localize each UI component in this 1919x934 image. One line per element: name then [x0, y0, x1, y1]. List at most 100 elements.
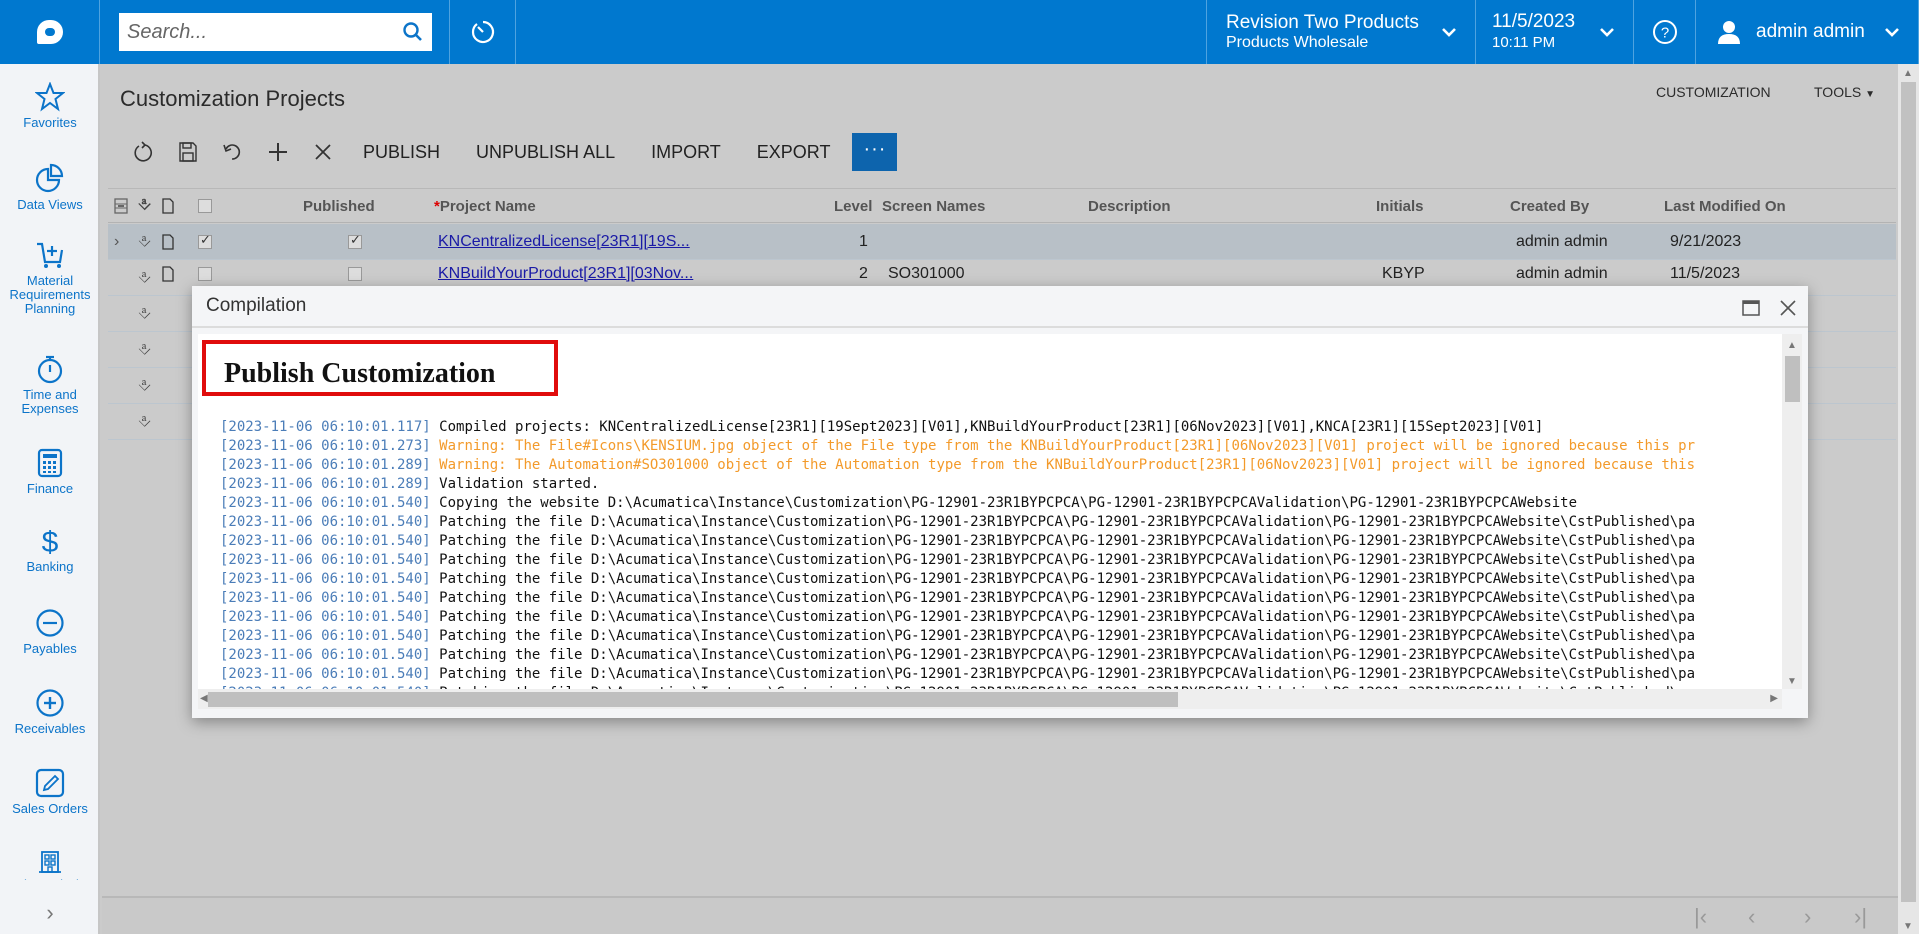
log-timestamp: [2023-11-06 06:10:01.540]: [220, 495, 431, 511]
project-name-link[interactable]: KNCentralizedLicense[23R1][19S...: [438, 233, 690, 251]
sidebar-expand-button[interactable]: ›: [0, 900, 100, 926]
scroll-up-icon[interactable]: ▲: [1903, 68, 1913, 79]
attachment-icon[interactable]: ⎀: [138, 413, 151, 431]
sidebar: Favorites Data Views Material Requiremen…: [0, 64, 100, 934]
column-header-published[interactable]: Published: [303, 198, 375, 215]
sidebar-item-channeladv[interactable]: ChannelAdv: [0, 850, 100, 880]
last-modified-cell: 11/5/2023: [1670, 265, 1740, 282]
sidebar-item-label: Banking: [26, 559, 74, 574]
log-timestamp: [2023-11-06 06:10:01.540]: [220, 609, 431, 625]
sidebar-item-banking[interactable]: $ Banking: [0, 526, 100, 574]
company-branch-selector[interactable]: Revision Two Products Products Wholesale: [1206, 0, 1476, 64]
sidebar-item-favorites[interactable]: Favorites: [0, 82, 100, 130]
attachment-icon[interactable]: ⎀: [138, 341, 151, 359]
add-button[interactable]: [255, 133, 300, 171]
attachment-icon[interactable]: ⎀: [138, 269, 151, 287]
close-icon[interactable]: [1780, 300, 1796, 316]
unpublish-all-button[interactable]: UNPUBLISH ALL: [458, 133, 633, 171]
column-header-project-name[interactable]: *Project Name: [434, 198, 536, 215]
column-config-icon[interactable]: [114, 198, 128, 214]
export-button[interactable]: EXPORT: [739, 133, 849, 171]
attachment-icon[interactable]: ⎀: [138, 233, 151, 251]
grid-header: ⎀ Published *Project Name Level Screen N…: [108, 189, 1896, 223]
sidebar-item-finance[interactable]: Finance: [0, 448, 100, 496]
sidebar-item-data-views[interactable]: Data Views: [0, 162, 100, 212]
scroll-right-icon[interactable]: ▶: [1770, 693, 1778, 704]
last-page-button[interactable]: ›|: [1854, 904, 1867, 930]
page-scrollbar[interactable]: ▲ ▼: [1898, 64, 1919, 934]
log-timestamp: [2023-11-06 06:10:01.273]: [220, 438, 431, 454]
customization-menu[interactable]: CUSTOMIZATION: [1656, 84, 1771, 100]
attachment-icon: ⎀: [138, 196, 151, 213]
row-select-checkbox[interactable]: [198, 232, 212, 249]
log-line: [2023-11-06 06:10:01.273] Warning: The F…: [220, 437, 1695, 456]
log-timestamp: [2023-11-06 06:10:01.540]: [220, 666, 431, 682]
sidebar-item-time-expenses[interactable]: Time and Expenses: [0, 354, 100, 416]
compilation-log: [2023-11-06 06:10:01.117] Compiled proje…: [220, 418, 1695, 689]
undo-button[interactable]: [210, 133, 255, 171]
maximize-icon[interactable]: [1742, 300, 1760, 316]
scroll-thumb[interactable]: [1785, 356, 1800, 402]
star-icon: [35, 82, 65, 112]
sidebar-item-receivables[interactable]: Receivables: [0, 688, 100, 736]
user-name: admin admin: [1756, 21, 1865, 42]
import-button[interactable]: IMPORT: [633, 133, 739, 171]
column-header-created-by[interactable]: Created By: [1510, 198, 1589, 215]
next-page-button[interactable]: ›: [1804, 904, 1811, 930]
first-page-button[interactable]: |‹: [1694, 904, 1707, 930]
user-menu[interactable]: admin admin: [1696, 0, 1919, 64]
history-icon: [471, 20, 494, 44]
log-horizontal-scrollbar[interactable]: ◀ ▶: [198, 689, 1782, 709]
log-timestamp: [2023-11-06 06:10:01.117]: [220, 419, 431, 435]
search-box: [119, 13, 432, 51]
column-header-level[interactable]: Level: [834, 198, 872, 215]
help-button[interactable]: ?: [1634, 0, 1696, 64]
home-logo-button[interactable]: [0, 0, 100, 64]
refresh-button[interactable]: [120, 133, 165, 171]
toolbar: PUBLISH UNPUBLISH ALL IMPORT EXPORT ···: [120, 133, 898, 171]
business-date-selector[interactable]: 11/5/2023 10:11 PM: [1476, 0, 1634, 64]
log-message: Validation started.: [439, 476, 600, 492]
delete-button[interactable]: [300, 133, 345, 171]
column-header-description[interactable]: Description: [1088, 198, 1171, 215]
row-expand-icon[interactable]: ›: [114, 233, 119, 251]
log-line: [2023-11-06 06:10:01.540] Patching the f…: [220, 627, 1695, 646]
last-modified-cell: 9/21/2023: [1670, 233, 1742, 250]
prev-page-button[interactable]: ‹: [1748, 904, 1755, 930]
scroll-thumb[interactable]: [208, 692, 1178, 707]
project-name-link[interactable]: KNBuildYourProduct[23R1][03Nov...: [438, 265, 693, 283]
sidebar-item-payables[interactable]: Payables: [0, 608, 100, 656]
log-message: Patching the file D:\Acumatica\Instance\…: [439, 552, 1696, 568]
recent-history-button[interactable]: [450, 0, 516, 64]
scroll-left-icon[interactable]: ◀: [200, 693, 208, 704]
column-header-screen-names[interactable]: Screen Names: [882, 198, 985, 215]
attachment-icon[interactable]: ⎀: [138, 305, 151, 323]
select-all-checkbox[interactable]: [198, 199, 212, 213]
sidebar-item-mrp[interactable]: Material Requirements Planning: [0, 240, 100, 316]
sidebar-item-sales-orders[interactable]: Sales Orders: [0, 768, 100, 816]
table-row[interactable]: › ⎀ KNCentralizedLicense[23R1][19S... 1 …: [108, 224, 1896, 260]
log-line: [2023-11-06 06:10:01.540] Patching the f…: [220, 646, 1695, 665]
column-header-last-modified[interactable]: Last Modified On: [1664, 198, 1786, 215]
search-input[interactable]: [127, 20, 402, 44]
note-icon[interactable]: [162, 234, 174, 250]
published-checkbox: [348, 267, 362, 281]
log-message: Patching the file D:\Acumatica\Instance\…: [439, 533, 1696, 549]
tools-menu[interactable]: TOOLS ▼: [1814, 84, 1875, 100]
scroll-down-icon[interactable]: ▼: [1787, 676, 1797, 687]
grid-pager: |‹ ‹ › ›|: [102, 896, 1898, 934]
log-line: [2023-11-06 06:10:01.540] Patching the f…: [220, 608, 1695, 627]
save-button[interactable]: [165, 133, 210, 171]
column-header-initials[interactable]: Initials: [1376, 198, 1424, 215]
scroll-down-icon[interactable]: ▼: [1903, 921, 1913, 932]
publish-button[interactable]: PUBLISH: [345, 133, 458, 171]
row-select-checkbox[interactable]: [198, 267, 212, 281]
attachment-icon[interactable]: ⎀: [138, 377, 151, 395]
note-icon[interactable]: [162, 266, 174, 282]
search-icon[interactable]: [402, 21, 424, 43]
log-vertical-scrollbar[interactable]: ▲ ▼: [1782, 334, 1802, 689]
help-icon: ?: [1652, 20, 1677, 44]
scroll-thumb[interactable]: [1901, 82, 1916, 902]
scroll-up-icon[interactable]: ▲: [1787, 340, 1797, 351]
more-actions-button[interactable]: ···: [852, 133, 898, 171]
